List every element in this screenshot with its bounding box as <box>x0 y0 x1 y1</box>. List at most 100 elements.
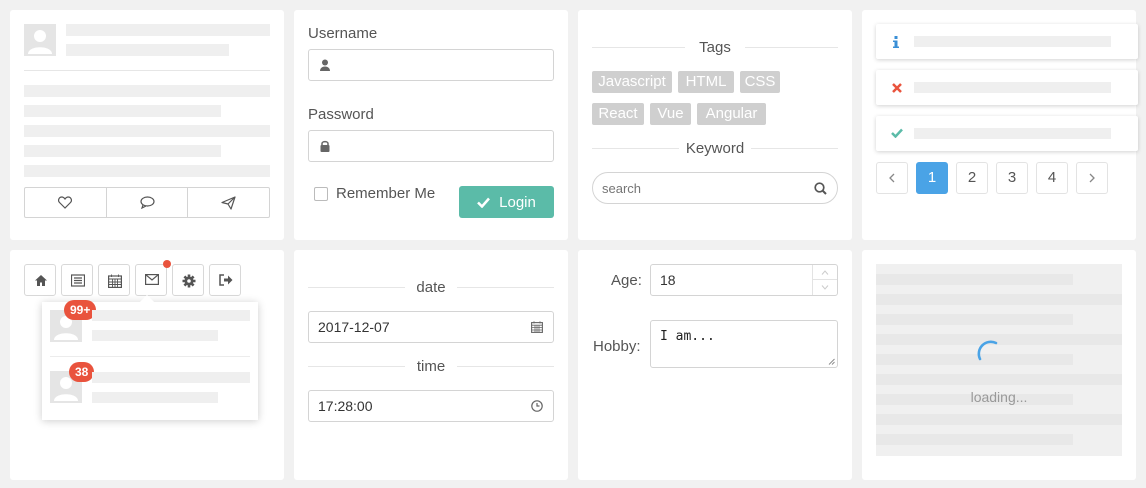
skeleton-line <box>24 125 270 137</box>
age-stepper <box>812 265 837 295</box>
pagination-next[interactable] <box>1076 162 1108 194</box>
settings-button[interactable] <box>172 264 204 296</box>
check-icon <box>891 128 903 138</box>
error-alert <box>876 70 1138 105</box>
time-title: time <box>416 358 446 375</box>
skeleton-line <box>876 354 1073 365</box>
success-alert <box>876 116 1138 151</box>
info-icon <box>893 36 899 48</box>
skeleton-line <box>876 434 1073 445</box>
date-input[interactable]: 2017-12-07 <box>308 311 554 343</box>
pagination-prev[interactable] <box>876 162 908 194</box>
unread-dot <box>163 260 171 268</box>
tag-javascript[interactable]: Javascript <box>592 71 672 93</box>
tag-vue[interactable]: Vue <box>650 103 691 125</box>
tag-html[interactable]: HTML <box>678 71 734 93</box>
skeleton-line <box>92 330 218 341</box>
skeleton-line <box>66 24 270 36</box>
skeleton-line <box>92 372 250 383</box>
comment-icon <box>139 196 155 209</box>
date-value: 2017-12-07 <box>318 319 390 335</box>
divider <box>751 148 838 149</box>
chevron-right-icon <box>1089 173 1095 183</box>
keyword-title: Keyword <box>685 140 745 157</box>
chevron-up-icon <box>821 269 829 275</box>
tag-angular[interactable]: Angular <box>697 103 766 125</box>
clock-icon[interactable] <box>531 400 543 412</box>
decrement-button[interactable] <box>813 280 837 295</box>
home-button[interactable] <box>24 264 56 296</box>
tags-title: Tags <box>699 39 731 56</box>
notifications-dropdown: 99+ 38 <box>42 294 258 420</box>
mail-button[interactable] <box>135 264 167 296</box>
increment-button[interactable] <box>813 265 837 280</box>
loading-overlay: loading... <box>876 264 1122 456</box>
tag-react[interactable]: React <box>592 103 644 125</box>
logout-button[interactable] <box>209 264 241 296</box>
search-input[interactable] <box>602 179 802 197</box>
remember-label: Remember Me <box>336 185 436 202</box>
info-alert <box>876 24 1138 59</box>
resize-handle-icon[interactable] <box>828 358 835 365</box>
password-field[interactable] <box>308 130 554 162</box>
chevron-down-icon <box>821 285 829 290</box>
age-label: Age: <box>611 272 642 289</box>
pagination-page-2[interactable]: 2 <box>956 162 988 194</box>
hobby-value: I am... <box>660 329 715 344</box>
divider <box>592 148 679 149</box>
skeleton-line <box>92 392 218 403</box>
skeleton-line <box>66 44 229 56</box>
skeleton-line <box>914 36 1111 47</box>
notification-item[interactable]: 38 <box>42 360 258 414</box>
calendar-button[interactable] <box>98 264 130 296</box>
hobby-textarea[interactable]: I am... <box>650 320 838 368</box>
date-title: date <box>416 279 446 296</box>
gear-icon <box>182 274 196 288</box>
action-bar <box>24 187 270 218</box>
user-icon <box>28 30 52 54</box>
chevron-left-icon <box>889 173 895 183</box>
sign-out-icon <box>219 274 233 286</box>
pagination-page-1[interactable]: 1 <box>916 162 948 194</box>
divider <box>24 70 270 71</box>
skeleton-line <box>876 414 1122 425</box>
time-input[interactable]: 17:28:00 <box>308 390 554 422</box>
share-button[interactable] <box>188 188 269 217</box>
mail-icon <box>145 274 159 285</box>
divider <box>50 356 250 357</box>
skeleton-line <box>876 374 1122 385</box>
user-icon <box>320 59 330 71</box>
username-field[interactable] <box>308 49 554 81</box>
comment-button[interactable] <box>107 188 189 217</box>
close-icon <box>892 83 902 93</box>
calendar-icon[interactable] <box>531 321 543 333</box>
divider <box>592 47 685 48</box>
pagination-page-4[interactable]: 4 <box>1036 162 1068 194</box>
skeleton-line <box>876 274 1073 285</box>
tags-card: Tags Javascript HTML CSS React Vue Angul… <box>578 10 852 240</box>
send-icon <box>221 195 236 210</box>
password-label: Password <box>308 106 374 123</box>
divider <box>457 366 554 367</box>
divider <box>457 287 554 288</box>
divider <box>745 47 838 48</box>
age-input[interactable]: 18 <box>650 264 838 296</box>
profile-skeleton-card <box>10 10 284 240</box>
list-button[interactable] <box>61 264 93 296</box>
alerts-card: 1 2 3 4 <box>862 10 1138 240</box>
datetime-card: date 2017-12-07 time 17:28:00 <box>294 250 568 480</box>
pagination-page-3[interactable]: 3 <box>996 162 1028 194</box>
tag-css[interactable]: CSS <box>740 71 780 93</box>
login-button[interactable]: Login <box>459 186 554 218</box>
search-icon[interactable] <box>814 182 827 195</box>
username-label: Username <box>308 25 378 42</box>
heart-icon <box>58 196 73 209</box>
spinner-icon <box>977 340 998 361</box>
remember-checkbox[interactable] <box>314 187 328 201</box>
like-button[interactable] <box>25 188 107 217</box>
skeleton-line <box>24 165 270 177</box>
notification-item[interactable]: 99+ <box>42 300 258 356</box>
skeleton-line <box>876 294 1122 305</box>
search-box <box>592 172 838 204</box>
notification-badge: 38 <box>69 362 95 382</box>
